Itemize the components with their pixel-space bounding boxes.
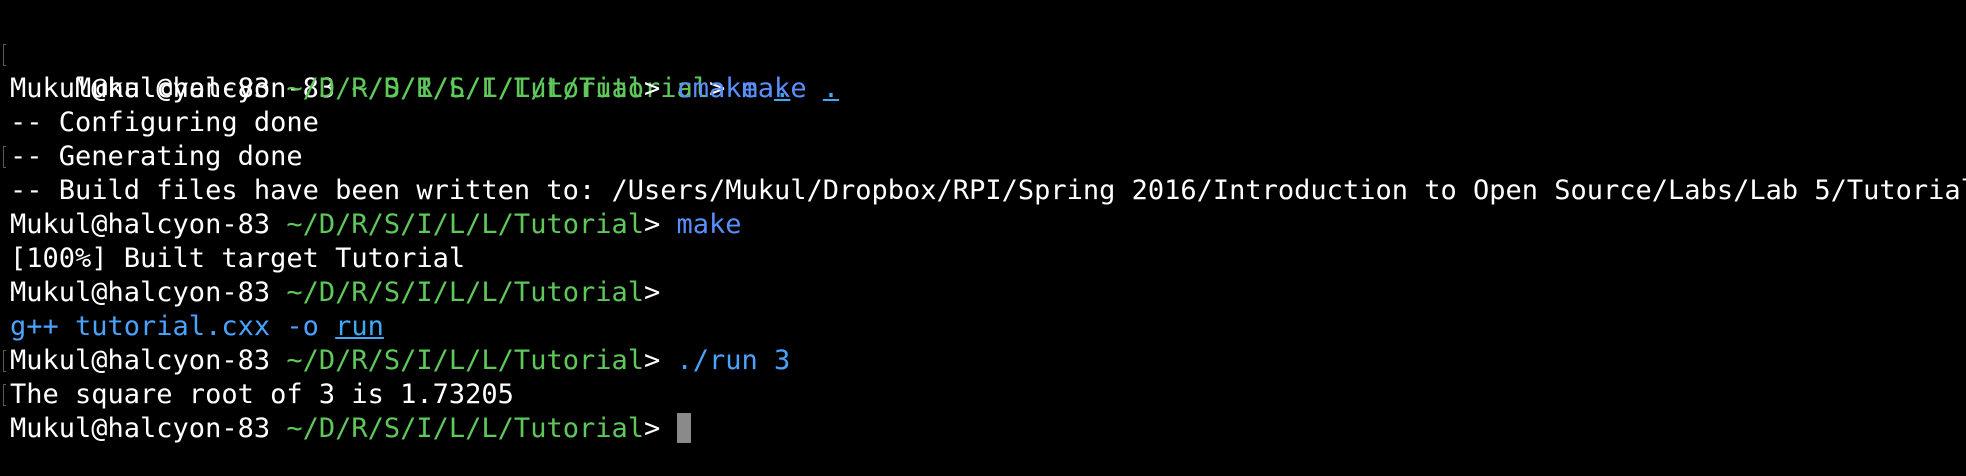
- prompt-user: Mukul@halcyon-83: [10, 209, 271, 240]
- line-marker: [3, 350, 6, 372]
- prompt-symbol: >: [643, 413, 661, 444]
- terminal-line-5: -- Build files have been written to: /Us…: [0, 174, 1966, 208]
- output-text: -- Build files have been written to: /Us…: [10, 175, 1966, 206]
- output-text: -- Configuring done: [10, 107, 319, 138]
- prompt-path: ~/D/R/S/I/L/L/Tutorial: [286, 413, 644, 444]
- line-marker: [3, 146, 6, 168]
- text-cursor[interactable]: [676, 412, 691, 443]
- terminal-line-3: -- Configuring done: [0, 106, 1966, 140]
- line-marker: [3, 44, 6, 66]
- terminal-line-10: Mukul@halcyon-83 ~/D/R/S/I/L/L/Tutorial>…: [0, 344, 1966, 378]
- output-text: -- Generating done: [10, 141, 303, 172]
- terminal-line-9: g++ tutorial.cxx -o run: [0, 310, 1966, 344]
- output-text: [100%] Built target Tutorial: [10, 243, 466, 274]
- output-text: The square root of 3 is 1.73205: [10, 379, 514, 410]
- prompt-path: ~/D/R/S/I/L/L/Tutorial: [286, 277, 644, 308]
- prompt-user: Mukul@halcyon-83: [10, 73, 271, 104]
- prompt-symbol: >: [643, 277, 661, 308]
- command-text: make: [676, 209, 742, 240]
- prompt-path: ~/D/R/S/I/L/L/Tutorial: [286, 209, 644, 240]
- terminal-line-1: Mukul@halcyon-83 ~/D/R/S/I/L/L/Tutorial>…: [0, 38, 1966, 104]
- terminal-line-7: [100%] Built target Tutorial: [0, 242, 1966, 276]
- prompt-user: Mukul@halcyon-83: [10, 413, 271, 444]
- terminal-line-11: The square root of 3 is 1.73205: [0, 378, 1966, 412]
- prompt-user: Mukul@halcyon-83: [10, 345, 271, 376]
- terminal-line-12: Mukul@halcyon-83 ~/D/R/S/I/L/L/Tutorial>: [0, 412, 1966, 446]
- command-text: g++ tutorial.cxx -o: [10, 311, 319, 342]
- command-text: ./run 3: [676, 345, 791, 376]
- terminal-line-4: -- Generating done: [0, 140, 1966, 174]
- prompt-path: ~/D/R/S/I/L/L/Tutorial: [286, 73, 644, 104]
- command-text: cmake: [676, 73, 758, 104]
- terminal-line-6: Mukul@halcyon-83 ~/D/R/S/I/L/L/Tutorial>…: [0, 208, 1966, 242]
- terminal-line-2: Mukul@halcyon-83 ~/D/R/S/I/L/L/Tutorial>…: [0, 72, 1966, 106]
- terminal-window[interactable]: Mukul@halcyon-83 ~/D/R/S/I/L/L/Tutorial>…: [0, 0, 1966, 476]
- terminal-line-8: Mukul@halcyon-83 ~/D/R/S/I/L/L/Tutorial>: [0, 276, 1966, 310]
- prompt-symbol: >: [643, 209, 661, 240]
- command-argument[interactable]: .: [774, 73, 790, 104]
- prompt-symbol: >: [643, 345, 661, 376]
- line-marker: [3, 384, 6, 406]
- prompt-symbol: >: [643, 73, 661, 104]
- prompt-path: ~/D/R/S/I/L/L/Tutorial: [286, 345, 644, 376]
- prompt-user: Mukul@halcyon-83: [10, 277, 271, 308]
- command-argument[interactable]: run: [335, 311, 384, 342]
